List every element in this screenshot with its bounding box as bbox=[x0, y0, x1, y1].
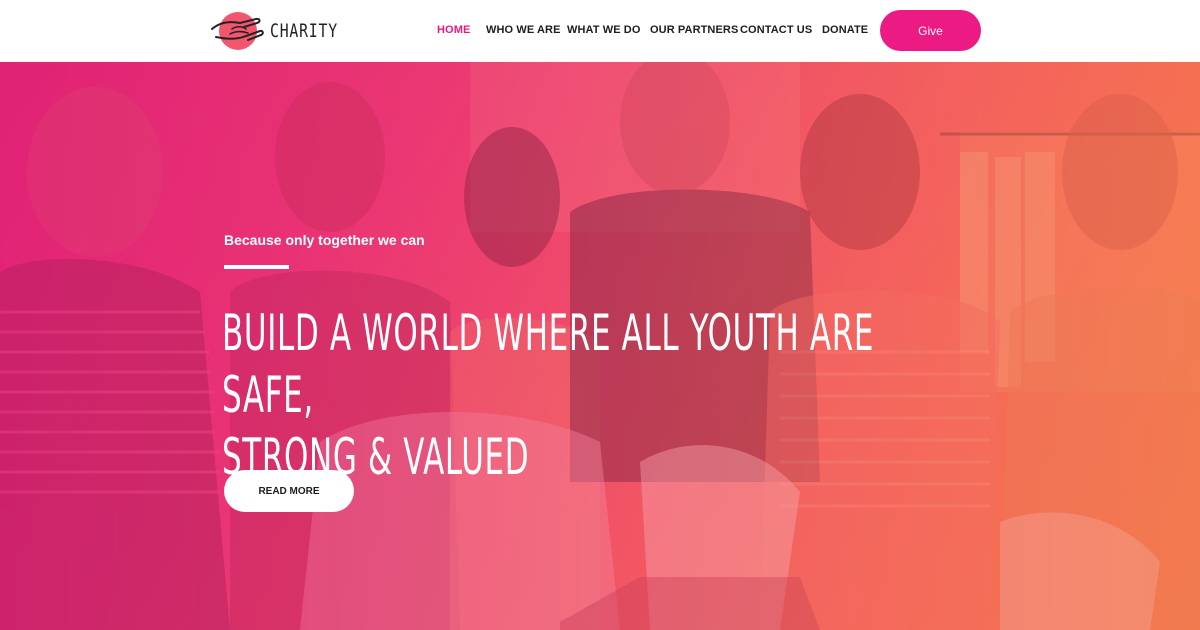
nav-donate[interactable]: DONATE bbox=[822, 24, 868, 36]
hero-section: Because only together we can BUILD A WOR… bbox=[0, 62, 1200, 630]
nav-our-partners[interactable]: OUR PARTNERS bbox=[650, 24, 738, 36]
nav-home[interactable]: HOME bbox=[437, 24, 470, 36]
nav-contact-us[interactable]: CONTACT US bbox=[740, 24, 812, 36]
hero-headline: BUILD A WORLD WHERE ALL YOUTH ARE SAFE, … bbox=[222, 302, 941, 488]
nav-who-we-are[interactable]: WHO WE ARE bbox=[486, 24, 561, 36]
read-more-button[interactable]: READ MORE bbox=[224, 470, 354, 512]
nav-what-we-do[interactable]: WHAT WE DO bbox=[567, 24, 641, 36]
site-header: CHARITY HOME WHO WE ARE WHAT WE DO OUR P… bbox=[0, 0, 1200, 62]
main-nav: HOME WHO WE ARE WHAT WE DO OUR PARTNERS … bbox=[0, 0, 1200, 62]
headline-line-1: BUILD A WORLD WHERE ALL YOUTH ARE SAFE, bbox=[222, 304, 875, 424]
hero-tagline: Because only together we can bbox=[224, 232, 425, 248]
tagline-divider bbox=[224, 265, 289, 269]
give-button[interactable]: Give bbox=[880, 10, 981, 51]
